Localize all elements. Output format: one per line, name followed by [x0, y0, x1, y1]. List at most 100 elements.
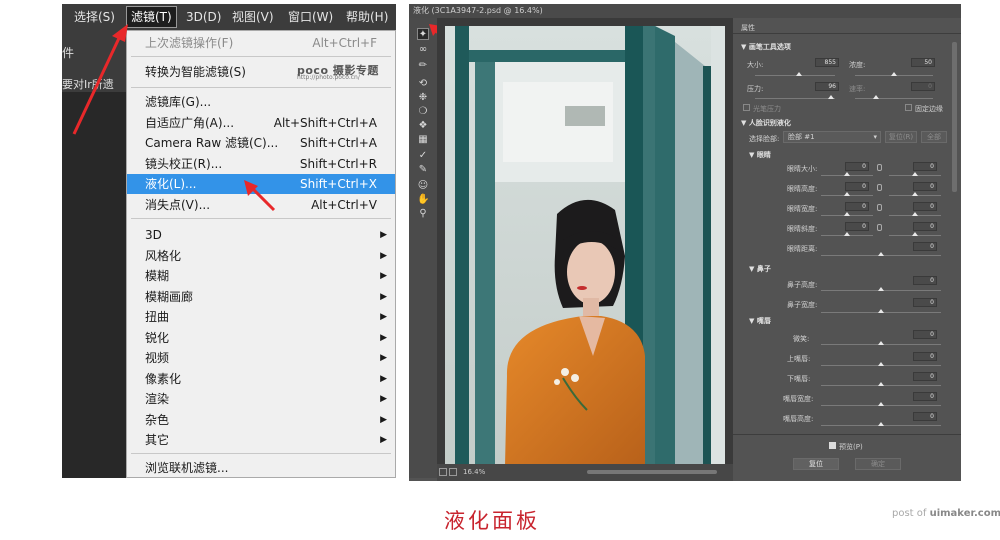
brush-size-slider[interactable] — [755, 75, 835, 76]
eye-tilt-left-input[interactable]: 0 — [845, 222, 869, 231]
eyes-section[interactable]: ▼ 眼睛 — [749, 150, 771, 160]
push-left-tool-icon[interactable]: ❖ — [417, 120, 429, 132]
menu-item-render[interactable]: 渲染 ▶ — [127, 389, 395, 409]
zoom-buttons[interactable] — [439, 468, 459, 476]
menu-item-blur-gallery[interactable]: 模糊画廊 ▶ — [127, 287, 395, 307]
link-chain-icon[interactable] — [877, 184, 882, 191]
mask-brush-tool-icon[interactable]: ✎ — [417, 164, 429, 176]
nose-height-input[interactable]: 0 — [913, 276, 937, 285]
link-chain-icon[interactable] — [877, 224, 882, 231]
link-chain-icon[interactable] — [877, 204, 882, 211]
zoom-tool-icon[interactable]: ⚲ — [417, 208, 429, 220]
slider-knob[interactable] — [891, 72, 897, 76]
brush-pressure-input[interactable]: 96 — [815, 82, 839, 91]
cancel-button[interactable]: 确定 — [855, 458, 901, 470]
freeze-mask-tool-icon[interactable]: ▦ — [417, 134, 429, 146]
menu-select[interactable]: 选择(S) — [74, 8, 115, 26]
mouth-width-input[interactable]: 0 — [913, 392, 937, 401]
brush-density-input[interactable]: 50 — [911, 58, 935, 67]
bloat-tool-icon[interactable]: ❍ — [417, 106, 429, 118]
menu-item-blur[interactable]: 模糊 ▶ — [127, 266, 395, 286]
menu-item-filter-gallery[interactable]: 滤镜库(G)... — [127, 92, 395, 112]
slider-knob[interactable] — [878, 287, 884, 291]
ok-button[interactable]: 复位 — [793, 458, 839, 470]
menu-view[interactable]: 视图(V) — [232, 8, 274, 26]
eye-width-left-input[interactable]: 0 — [845, 202, 869, 211]
twirl-tool-icon[interactable]: ⟲ — [417, 78, 429, 90]
slider-knob[interactable] — [878, 402, 884, 406]
slider-knob[interactable] — [912, 192, 918, 196]
horizontal-scrollbar[interactable] — [587, 470, 717, 474]
zoom-level[interactable]: 16.4% — [463, 468, 485, 476]
slider-knob[interactable] — [878, 362, 884, 366]
nose-section[interactable]: ▼ 鼻子 — [749, 264, 771, 274]
brush-options-section[interactable]: ▼ 画笔工具选项 — [741, 42, 791, 52]
panel-scrollbar[interactable] — [952, 42, 957, 192]
stylus-pressure-checkbox[interactable] — [743, 104, 750, 111]
smooth-tool-icon[interactable]: ✏ — [417, 60, 429, 72]
menu-item-sharpen[interactable]: 锐化 ▶ — [127, 328, 395, 348]
slider-knob[interactable] — [912, 212, 918, 216]
slider-knob[interactable] — [878, 309, 884, 313]
eye-width-right-input[interactable]: 0 — [913, 202, 937, 211]
mouth-section[interactable]: ▼ 嘴唇 — [749, 316, 771, 326]
menu-3d[interactable]: 3D(D) — [186, 8, 221, 26]
menu-help[interactable]: 帮助(H) — [346, 8, 388, 26]
menu-item-liquify[interactable]: 液化(L)... Shift+Ctrl+X — [127, 174, 395, 194]
slider-knob[interactable] — [878, 422, 884, 426]
preview-checkbox[interactable] — [829, 442, 836, 449]
mouth-height-input[interactable]: 0 — [913, 412, 937, 421]
lower-lip-input[interactable]: 0 — [913, 372, 937, 381]
menu-filter[interactable]: 滤镜(T) — [126, 6, 177, 28]
brush-pressure-slider[interactable] — [755, 98, 835, 99]
slider-knob[interactable] — [912, 232, 918, 236]
eye-tilt-right-input[interactable]: 0 — [913, 222, 937, 231]
document-tab[interactable]: 要对Ir所遗 — [62, 72, 126, 92]
menu-item-adaptive-wide-angle[interactable]: 自适应广角(A)... Alt+Shift+Ctrl+A — [127, 113, 395, 133]
slider-knob[interactable] — [844, 232, 850, 236]
eye-height-left-input[interactable]: 0 — [845, 182, 869, 191]
eye-size-left-input[interactable]: 0 — [845, 162, 869, 171]
upper-lip-input[interactable]: 0 — [913, 352, 937, 361]
slider-knob[interactable] — [878, 341, 884, 345]
menu-item-video[interactable]: 视频 ▶ — [127, 348, 395, 368]
menu-item-stylize[interactable]: 风格化 ▶ — [127, 246, 395, 266]
thaw-mask-tool-icon[interactable]: ✓ — [417, 150, 429, 162]
menu-item-other[interactable]: 其它 ▶ — [127, 430, 395, 450]
forward-warp-tool-icon[interactable]: ✦ — [417, 28, 429, 40]
liquify-canvas-area[interactable] — [437, 18, 733, 466]
slider-knob[interactable] — [878, 382, 884, 386]
reset-face-button[interactable]: 复位(R) — [885, 131, 917, 143]
link-chain-icon[interactable] — [877, 164, 882, 171]
all-faces-button[interactable]: 全部 — [921, 131, 947, 143]
nose-width-input[interactable]: 0 — [913, 298, 937, 307]
menu-item-lens-correction[interactable]: 镜头校正(R)... Shift+Ctrl+R — [127, 154, 395, 174]
slider-knob[interactable] — [844, 192, 850, 196]
menu-item-vanishing-point[interactable]: 消失点(V)... Alt+Ctrl+V — [127, 195, 395, 215]
smile-input[interactable]: 0 — [913, 330, 937, 339]
zoom-out-icon[interactable] — [439, 468, 447, 476]
pin-edges-checkbox[interactable] — [905, 104, 912, 111]
slider-knob[interactable] — [796, 72, 802, 76]
pucker-tool-icon[interactable]: ❉ — [417, 92, 429, 104]
eye-distance-input[interactable]: 0 — [913, 242, 937, 251]
menu-item-pixelate[interactable]: 像素化 ▶ — [127, 369, 395, 389]
face-aware-section[interactable]: ▼ 人脸识别液化 — [741, 118, 791, 128]
slider-knob[interactable] — [878, 252, 884, 256]
menu-item-distort[interactable]: 扭曲 ▶ — [127, 307, 395, 327]
select-face-dropdown[interactable]: 脸部 #1 ▾ — [783, 131, 881, 143]
brush-size-input[interactable]: 855 — [815, 58, 839, 67]
menu-item-browse-online-filters[interactable]: 浏览联机滤镜... — [127, 458, 395, 478]
reconstruct-tool-icon[interactable]: ∞ — [417, 44, 429, 56]
face-tool-icon[interactable]: ☺ — [417, 180, 429, 192]
slider-knob[interactable] — [912, 172, 918, 176]
slider-knob[interactable] — [873, 95, 879, 99]
slider-knob[interactable] — [844, 212, 850, 216]
menu-window[interactable]: 窗口(W) — [288, 8, 333, 26]
eye-height-right-input[interactable]: 0 — [913, 182, 937, 191]
brush-rate-slider[interactable] — [855, 98, 933, 99]
brush-rate-input[interactable]: 0 — [911, 82, 935, 91]
slider-knob[interactable] — [844, 172, 850, 176]
slider-knob[interactable] — [828, 95, 834, 99]
menu-item-3d[interactable]: 3D ▶ — [127, 225, 395, 245]
